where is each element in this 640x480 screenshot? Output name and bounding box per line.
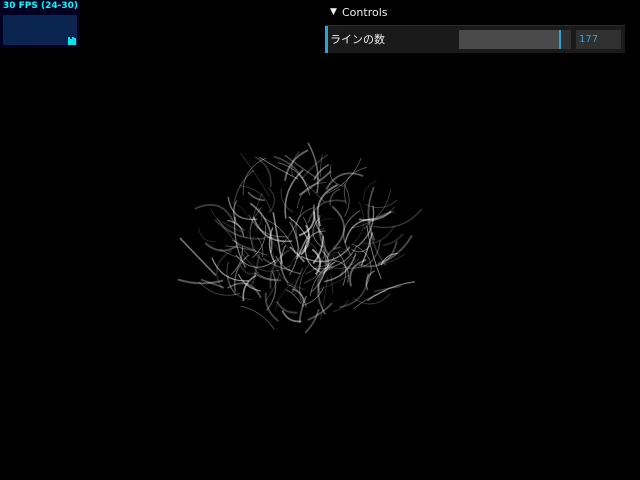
fps-stats-panel[interactable]: 30 FPS (24-30) bbox=[0, 0, 80, 48]
controls-title-bar[interactable]: ▼ Controls bbox=[325, 0, 625, 26]
particle-line bbox=[177, 278, 224, 285]
particle-line bbox=[307, 302, 333, 321]
particle-line bbox=[291, 288, 305, 304]
particle-line bbox=[304, 253, 341, 258]
particle-line bbox=[275, 300, 298, 314]
particle-line bbox=[331, 205, 345, 250]
particle-line bbox=[267, 187, 276, 214]
particle-line bbox=[265, 272, 281, 302]
fps-bar bbox=[68, 37, 70, 45]
particle-line bbox=[264, 292, 279, 322]
particle-line bbox=[254, 156, 272, 187]
line-count-slider[interactable] bbox=[459, 30, 571, 49]
particle-line bbox=[198, 228, 216, 242]
particle-lines bbox=[177, 142, 423, 334]
particle-line bbox=[227, 196, 258, 221]
particle-line bbox=[280, 188, 294, 213]
slider-track-fill bbox=[459, 30, 560, 49]
fps-readout: 30 FPS (24-30) bbox=[3, 1, 79, 11]
line-count-input[interactable] bbox=[576, 30, 621, 49]
scene-canvas[interactable] bbox=[0, 0, 640, 480]
controls-title: Controls bbox=[342, 6, 388, 19]
particle-line bbox=[304, 308, 320, 334]
particle-line bbox=[329, 188, 341, 206]
controls-panel: ▼ Controls ラインの数 bbox=[325, 0, 625, 53]
fps-bar bbox=[70, 39, 72, 45]
fps-graph bbox=[3, 15, 77, 45]
line-count-label: ラインの数 bbox=[330, 33, 385, 46]
chevron-down-icon: ▼ bbox=[330, 7, 337, 17]
line-count-control: ラインの数 bbox=[325, 26, 625, 53]
fps-bar bbox=[74, 38, 76, 45]
fps-bar bbox=[72, 37, 74, 45]
webgl-viewport[interactable] bbox=[0, 0, 640, 480]
slider-handle[interactable] bbox=[559, 30, 561, 49]
particle-line bbox=[271, 240, 284, 257]
particle-line bbox=[249, 202, 273, 253]
particle-line bbox=[179, 237, 217, 276]
